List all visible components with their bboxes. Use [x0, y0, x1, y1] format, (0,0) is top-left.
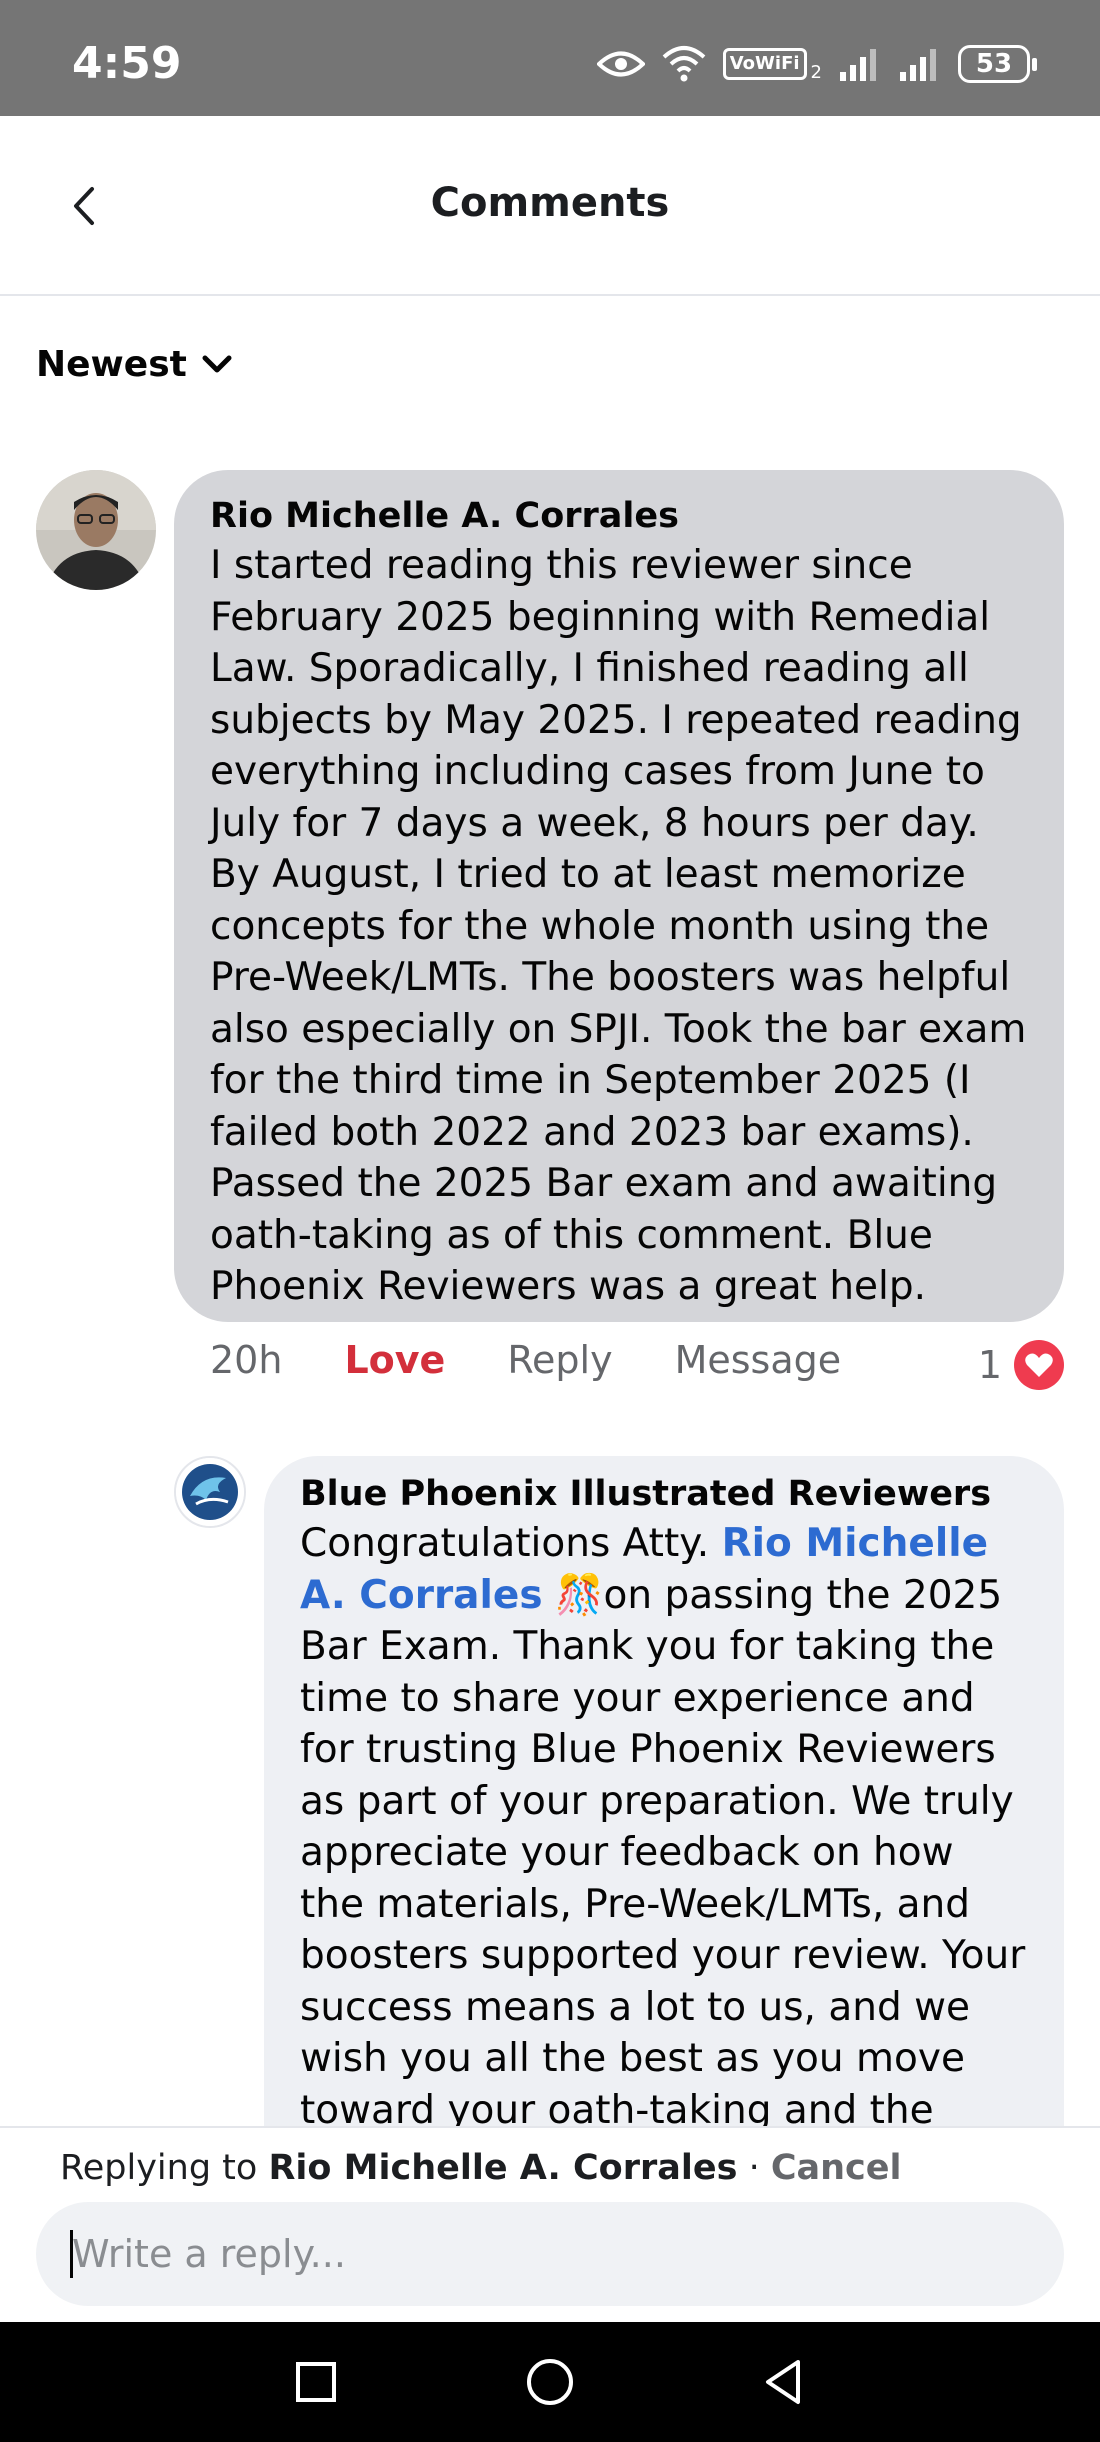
eye-icon	[596, 51, 645, 76]
comment-actions: 20h Love Reply Message	[210, 1338, 903, 1382]
page-title: Comments	[430, 180, 670, 226]
recents-square-icon[interactable]	[284, 2350, 348, 2414]
avatar[interactable]	[36, 470, 156, 590]
replying-prefix: Replying to	[60, 2148, 269, 2188]
sort-dropdown[interactable]: Newest	[36, 344, 233, 385]
love-button[interactable]: Love	[344, 1338, 445, 1382]
sort-label: Newest	[36, 344, 187, 385]
comment-text: I started reading this reviewer since Fe…	[210, 543, 1027, 1309]
phoenix-logo-icon	[176, 1458, 244, 1526]
system-nav-bar	[0, 2322, 1100, 2442]
status-time: 4:59	[72, 38, 182, 89]
comment-time: 20h	[210, 1338, 283, 1382]
signal-icon	[840, 48, 876, 81]
separator-dot: ·	[737, 2148, 771, 2188]
confetti-emoji: 🎊	[554, 1572, 604, 1618]
reply-text-start: Congratulations Atty.	[300, 1521, 722, 1566]
page-avatar[interactable]	[174, 1456, 246, 1528]
reply-author[interactable]: Blue Phoenix Illustrated Reviewers	[300, 1470, 1028, 1518]
reaction-summary[interactable]: 1	[978, 1340, 1064, 1390]
reply-text-rest: on passing the 2025 Bar Exam. Thank you …	[300, 1572, 1026, 2133]
user-photo-icon	[36, 470, 156, 590]
text-caret	[70, 2230, 73, 2278]
replying-to-bar: Replying to Rio Michelle A. Corrales · C…	[60, 2148, 902, 2188]
back-triangle-icon[interactable]	[752, 2350, 816, 2414]
reply-input[interactable]	[36, 2202, 1064, 2306]
reaction-count: 1	[977, 1343, 1002, 1387]
replying-name: Rio Michelle A. Corrales	[268, 2148, 738, 2188]
signal-icon-sim2	[900, 48, 936, 81]
comments-screen: 4:59 VoWiFi 2 53 Comments Newest Rio Mic…	[0, 0, 1100, 2442]
reply-text: Congratulations Atty. Rio Michelle A. Co…	[300, 1518, 1028, 2136]
comment-bubble: Rio Michelle A. Corrales I started readi…	[174, 470, 1064, 1322]
page-header: Comments	[0, 116, 1100, 296]
message-button[interactable]: Message	[675, 1338, 842, 1382]
battery-indicator: 53	[958, 44, 1037, 83]
home-circle-icon[interactable]	[518, 2350, 582, 2414]
status-bar: 4:59 VoWiFi 2 53	[0, 0, 1100, 116]
reply-bubble: Blue Phoenix Illustrated Reviewers Congr…	[264, 1456, 1064, 2216]
comment-author[interactable]: Rio Michelle A. Corrales	[210, 492, 1028, 540]
heart-icon	[1014, 1340, 1064, 1390]
cancel-reply-button[interactable]: Cancel	[771, 2148, 902, 2188]
vowifi-sim-number: 2	[810, 62, 822, 83]
status-icons: VoWiFi 2 53	[596, 44, 1037, 83]
wifi-icon	[662, 45, 706, 81]
reply-composer: Replying to Rio Michelle A. Corrales · C…	[0, 2126, 1100, 2322]
reply-button[interactable]: Reply	[507, 1338, 612, 1382]
chevron-down-icon	[202, 355, 232, 372]
vowifi-badge: VoWiFi	[722, 47, 807, 80]
